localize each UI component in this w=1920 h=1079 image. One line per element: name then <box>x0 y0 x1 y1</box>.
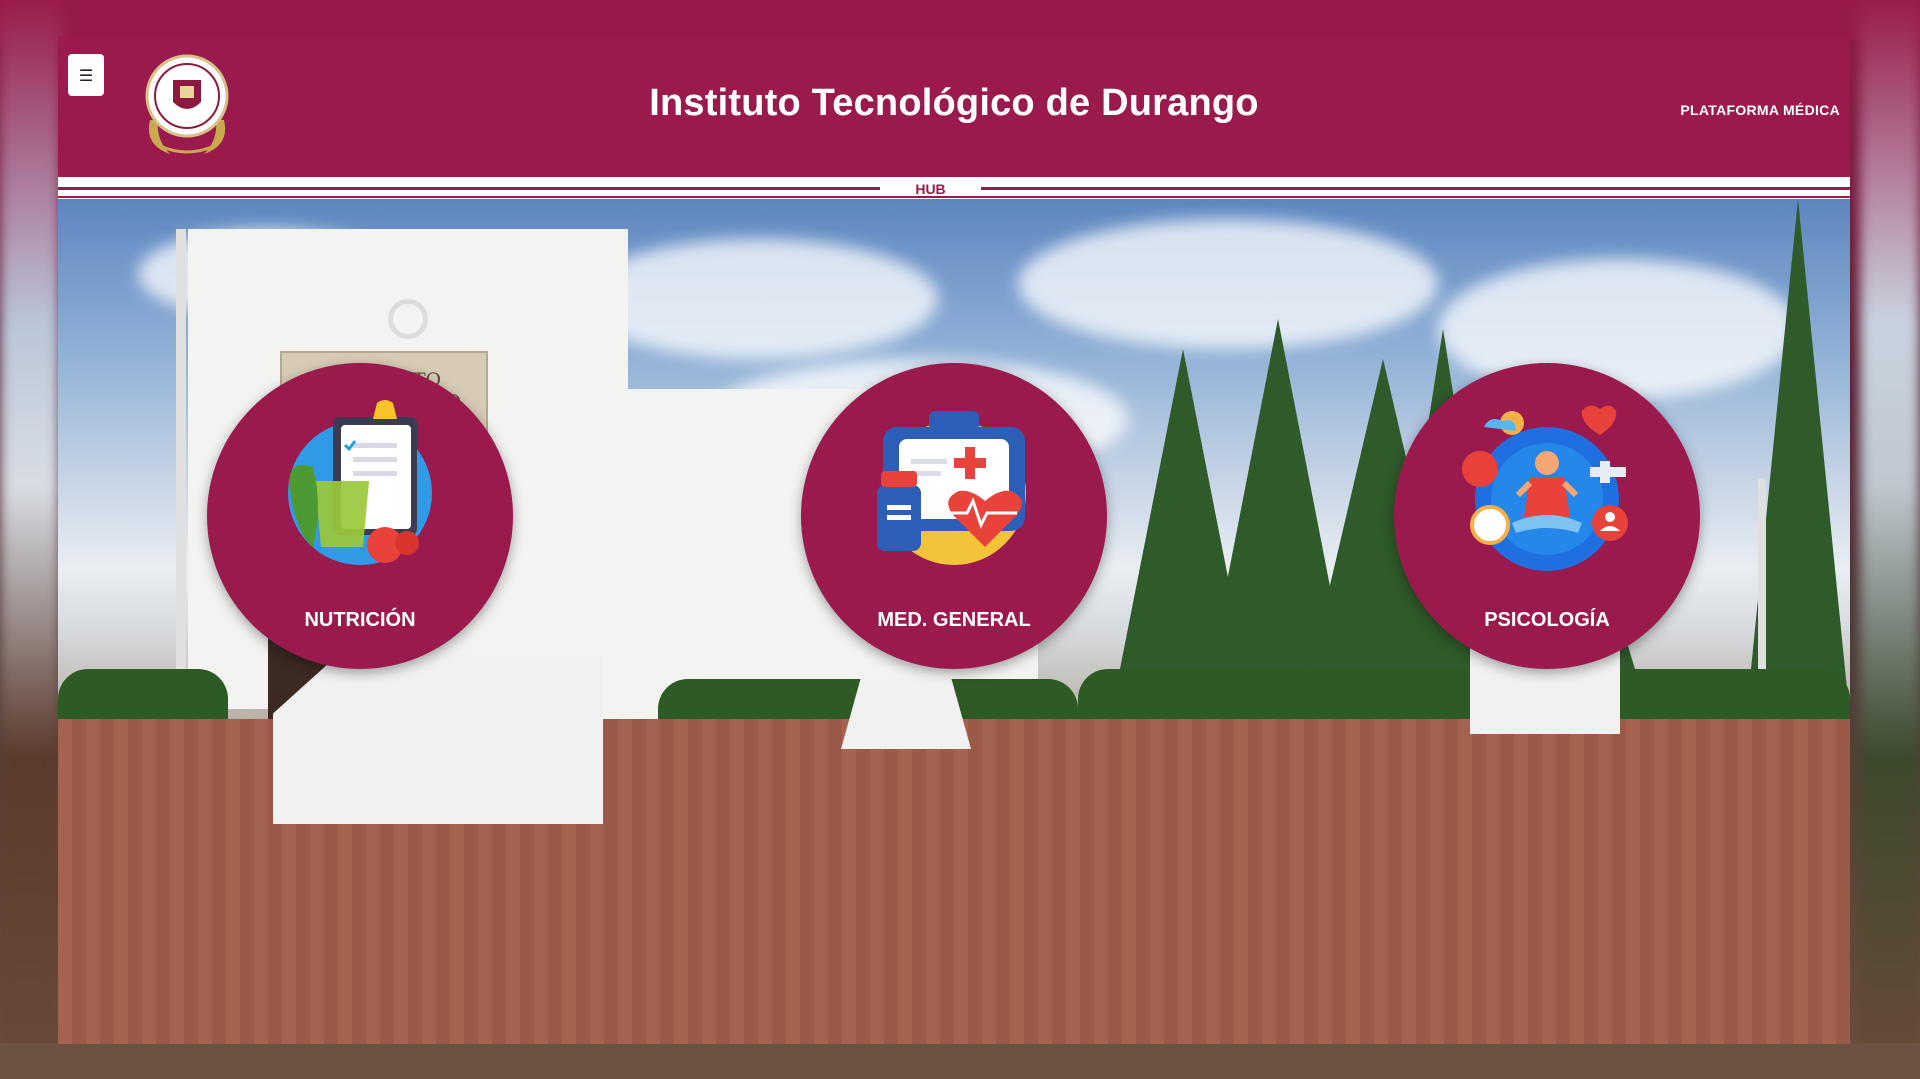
nutrition-clipboard-icon <box>273 397 447 571</box>
service-card-psychology[interactable]: PSICOLOGÍA <box>1394 363 1700 669</box>
hub-label: HUB <box>915 181 946 197</box>
backdrop-left <box>0 0 60 1079</box>
monument-pedestal <box>273 654 603 824</box>
platform-label: PLATAFORMA MÉDICA <box>1680 102 1840 118</box>
top-header: ☰ Instituto Tecnológico de Durango PLATA… <box>58 36 1850 177</box>
cloud <box>1018 219 1438 349</box>
medical-kit-icon <box>867 397 1041 571</box>
service-card-label: MED. GENERAL <box>877 609 1031 631</box>
wellbeing-meditation-icon <box>1460 397 1634 571</box>
hub-divider: HUB <box>58 177 1850 199</box>
backdrop-bottom <box>0 1043 1920 1079</box>
lamp-post <box>1758 479 1766 679</box>
service-card-label: PSICOLOGÍA <box>1484 609 1610 631</box>
cloud <box>578 239 938 359</box>
backdrop-top <box>0 0 1920 40</box>
app-window: ☰ Instituto Tecnológico de Durango PLATA… <box>58 36 1850 1044</box>
backdrop-right <box>1860 0 1920 1079</box>
campus-background-image: INSTITUTO TECNOLOGICO <box>58 199 1850 1044</box>
page-title: Instituto Tecnológico de Durango <box>649 82 1259 124</box>
divider-line-right <box>981 187 1850 190</box>
building-round-window <box>388 299 428 339</box>
service-card-general-medicine[interactable]: MED. GENERAL <box>801 363 1107 669</box>
service-card-label: NUTRICIÓN <box>304 609 416 631</box>
monument-pedestal <box>841 679 971 749</box>
lamp-post <box>176 229 186 679</box>
service-card-nutrition[interactable]: NUTRICIÓN <box>207 363 513 669</box>
divider-line-left <box>58 187 880 190</box>
